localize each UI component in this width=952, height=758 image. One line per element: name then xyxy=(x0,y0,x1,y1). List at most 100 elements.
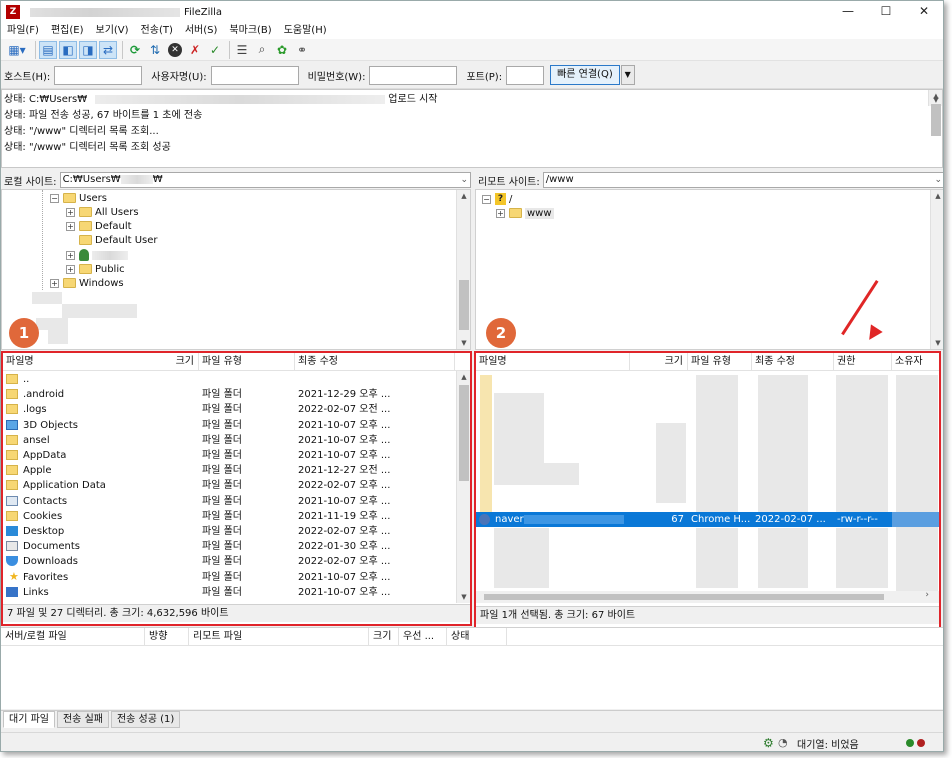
local-file-row[interactable]: ansel 파일 폴더 2021-10-07 오후 ... xyxy=(3,433,470,448)
local-file-row[interactable]: Contacts 파일 폴더 2021-10-07 오후 ... xyxy=(3,494,470,509)
local-file-row[interactable]: 3D Objects 파일 폴더 2021-10-07 오후 ... xyxy=(3,418,470,433)
tab-queued-files[interactable]: 대기 파일 xyxy=(3,711,55,728)
quickconnect-button[interactable]: 빠른 연결(Q) xyxy=(550,65,620,85)
directory-filter-icon[interactable]: ☰ xyxy=(233,41,251,59)
tree-item-all-users[interactable]: + All Users xyxy=(66,205,139,219)
local-file-row[interactable]: AppData 파일 폴더 2021-10-07 오후 ... xyxy=(3,448,470,463)
remote-path-input[interactable]: /www ⌄ xyxy=(542,172,943,188)
minimize-button[interactable]: — xyxy=(829,1,867,23)
local-file-row[interactable]: .android 파일 폴더 2021-12-29 오후 ... xyxy=(3,387,470,402)
local-list-scrollbar[interactable]: ▲ ▼ xyxy=(456,371,470,603)
tree-item-default[interactable]: + Default xyxy=(66,219,132,233)
local-file-row[interactable]: Downloads 파일 폴더 2022-02-07 오후 ... xyxy=(3,554,470,569)
menu-file[interactable]: 파일(F) xyxy=(1,23,45,39)
col-modified[interactable]: 최종 수정 xyxy=(295,353,455,371)
tree-item-users[interactable]: − Users xyxy=(50,191,107,205)
toolbar-divider xyxy=(229,40,230,59)
redacted-filenames xyxy=(494,393,544,463)
tab-failed-transfers[interactable]: 전송 실패 xyxy=(56,711,109,728)
site-manager-icon[interactable]: ▦▾ xyxy=(4,41,30,59)
disconnect-icon[interactable]: ✗ xyxy=(186,41,204,59)
log-scrollbar[interactable]: ▲ ▼ xyxy=(928,90,942,136)
toggle-queue-icon[interactable]: ⇄ xyxy=(99,40,117,59)
col-type[interactable]: 파일 유형 xyxy=(688,353,752,371)
gear-icon[interactable]: ⚙ xyxy=(763,736,774,750)
col-size[interactable]: 크기 xyxy=(369,628,399,645)
menu-bookmarks[interactable]: 북마크(B) xyxy=(223,23,277,39)
compare-icon[interactable]: ⌕ xyxy=(253,41,271,59)
log-line: 상태: C:₩Users₩ 업로드 시작 xyxy=(4,94,438,105)
chevron-down-icon: ⌄ xyxy=(934,175,942,185)
username-input[interactable] xyxy=(210,65,299,85)
chevron-down-icon[interactable]: ▼ xyxy=(620,65,635,85)
menu-transfer[interactable]: 전송(T) xyxy=(135,23,179,39)
speed-limit-icon[interactable]: ◔ xyxy=(778,736,788,749)
col-owner[interactable]: 소유자 xyxy=(892,353,939,371)
menu-view[interactable]: 보기(V) xyxy=(90,23,135,39)
menu-edit[interactable]: 편집(E) xyxy=(45,23,90,39)
refresh-icon[interactable]: ⟳ xyxy=(126,41,144,59)
tree-item-public[interactable]: + Public xyxy=(66,262,125,276)
local-file-row[interactable]: Apple 파일 폴더 2021-12-27 오전 ... xyxy=(3,463,470,478)
local-file-row[interactable]: Links 파일 폴더 2021-10-07 오후 ... xyxy=(3,585,470,600)
tree-item-windows[interactable]: + Windows xyxy=(50,276,124,290)
file-modified: 2021-12-27 오전 ... xyxy=(298,465,391,477)
col-size[interactable]: 크기 xyxy=(630,353,688,371)
window-title: FileZilla xyxy=(184,6,223,18)
remote-file-row-selected[interactable]: naver 67 Chrome H... 2022-02-07 ... -rw-… xyxy=(476,512,939,527)
menu-help[interactable]: 도움말(H) xyxy=(278,23,333,39)
local-file-row[interactable]: .logs 파일 폴더 2022-02-07 오전 ... xyxy=(3,402,470,417)
local-path-input[interactable]: C:₩Users₩ ₩ ⌄ xyxy=(59,172,471,188)
tree-item-root[interactable]: −? / xyxy=(482,192,512,206)
host-input[interactable] xyxy=(54,65,143,85)
toggle-remote-tree-icon[interactable]: ◨ xyxy=(79,40,97,59)
reconnect-icon[interactable]: ✓ xyxy=(206,41,224,59)
remote-tree-scrollbar[interactable]: ▲ ▼ xyxy=(930,190,943,349)
col-priority[interactable]: 우선 ... xyxy=(399,628,447,645)
local-file-row[interactable]: Application Data 파일 폴더 2022-02-07 오후 ... xyxy=(3,478,470,493)
local-file-row[interactable]: ★ Favorites 파일 폴더 2021-10-07 오후 ... xyxy=(3,570,470,585)
password-input[interactable] xyxy=(369,65,458,85)
local-tree-scrollbar[interactable]: ▲ ▼ xyxy=(456,190,470,349)
col-modified[interactable]: 최종 수정 xyxy=(752,353,834,371)
col-size[interactable]: 크기 xyxy=(101,353,199,371)
sync-browsing-icon[interactable]: ✿ xyxy=(273,41,291,59)
toggle-local-tree-icon[interactable]: ◧ xyxy=(59,40,77,59)
local-file-row[interactable]: Desktop 파일 폴더 2022-02-07 오후 ... xyxy=(3,524,470,539)
send-indicator-icon xyxy=(917,739,925,747)
toggle-log-icon[interactable]: ▤ xyxy=(39,40,57,59)
file-name: Apple xyxy=(23,465,52,477)
col-type[interactable]: 파일 유형 xyxy=(199,353,295,371)
local-file-row[interactable]: Cookies 파일 폴더 2021-11-19 오후 ... xyxy=(3,509,470,524)
status-bar: ⚙ ◔ 대기열: 비었음 xyxy=(1,732,943,751)
col-remote-file[interactable]: 리모트 파일 xyxy=(189,628,369,645)
file-name: AppData xyxy=(23,450,67,461)
file-type: 파일 폴더 xyxy=(202,556,242,568)
search-icon[interactable]: ⚭ xyxy=(293,41,311,59)
process-queue-icon[interactable]: ⇅ xyxy=(146,41,164,59)
file-type: 파일 폴더 xyxy=(202,419,242,431)
tab-successful-transfers[interactable]: 전송 성공 (1) xyxy=(110,711,181,728)
menu-server[interactable]: 서버(S) xyxy=(179,23,224,39)
remote-list-hscrollbar[interactable]: › xyxy=(476,590,939,603)
port-input[interactable] xyxy=(506,65,545,85)
annotation-badge-1: 1 xyxy=(9,318,39,348)
col-permissions[interactable]: 권한 xyxy=(834,353,892,371)
folder-icon xyxy=(6,510,18,521)
col-direction[interactable]: 방향 xyxy=(145,628,189,645)
maximize-button[interactable]: ☐ xyxy=(867,1,905,23)
local-file-row[interactable]: Documents 파일 폴더 2022-01-30 오후 ... xyxy=(3,539,470,554)
file-type: 파일 폴더 xyxy=(202,404,242,416)
close-button[interactable]: ✕ xyxy=(905,1,943,23)
col-status[interactable]: 상태 xyxy=(447,628,507,645)
col-filename[interactable]: 파일명 xyxy=(476,353,630,371)
local-file-row[interactable]: .. xyxy=(3,372,470,387)
cancel-icon[interactable]: ✕ xyxy=(166,41,184,59)
tree-item-current-user[interactable]: + xyxy=(66,248,128,262)
port-label: 포트(P): xyxy=(466,71,503,83)
tree-item-default-user[interactable]: Default User xyxy=(79,233,158,247)
col-server-local-file[interactable]: 서버/로컬 파일 xyxy=(1,628,145,645)
file-type: 파일 폴더 xyxy=(202,541,242,553)
tree-item-www[interactable]: + www xyxy=(496,206,554,220)
redacted-dates xyxy=(758,528,808,588)
